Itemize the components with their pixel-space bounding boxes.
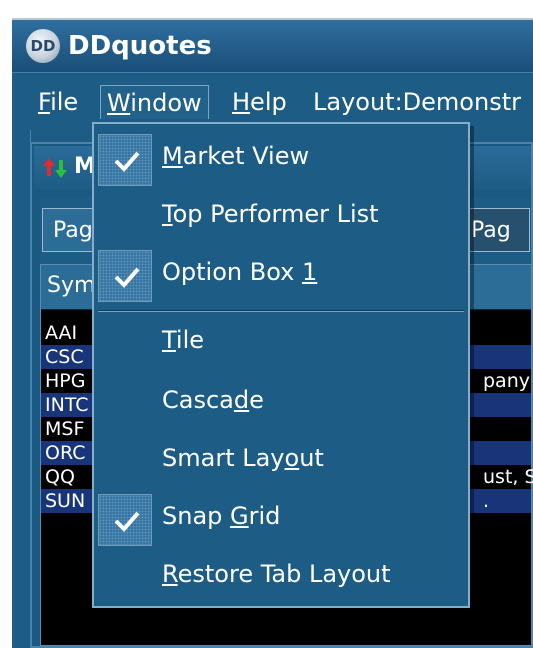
row-symbol: ORC: [45, 442, 86, 464]
menu-item-label-post: op Performer List: [172, 200, 379, 228]
grid-header-label: Sym: [47, 273, 96, 298]
menu-item-label-post: arket View: [182, 142, 310, 170]
menu-file[interactable]: File: [32, 85, 84, 119]
row-symbol: QQ: [45, 466, 75, 488]
menu-item-mnemonic: 1: [301, 258, 318, 286]
row-symbol: INTC: [45, 394, 89, 416]
menu-item-top-performer-list[interactable]: Top Performer List: [94, 190, 468, 246]
menu-item-mnemonic: G: [230, 502, 249, 530]
check-indicator: [98, 250, 152, 302]
row-symbol: SUN: [45, 490, 86, 512]
menu-item-label: Snap Grid: [162, 502, 280, 530]
menu-help[interactable]: Help: [226, 85, 293, 119]
row-description: pany (: [483, 370, 533, 392]
menu-window-label: indow: [130, 89, 202, 117]
row-symbol: MSF: [45, 418, 85, 440]
menu-item-label: Tile: [162, 326, 204, 354]
menu-item-market-view[interactable]: Market View: [94, 132, 468, 188]
menu-item-label: Cascade: [162, 386, 264, 414]
menu-item-mnemonic: o: [284, 444, 300, 472]
menu-item-cascade[interactable]: Cascade: [94, 376, 468, 432]
menu-item-label-pre: Option Box: [162, 258, 302, 286]
menu-item-label-post: estore Tab Layout: [177, 560, 391, 588]
window-menu-dropdown: Market View Top Performer List Option Bo…: [92, 122, 470, 608]
app-title: DDquotes: [68, 31, 212, 61]
left-edge-panel: [12, 130, 31, 648]
check-indicator: [98, 134, 152, 186]
row-description: .: [483, 490, 490, 512]
check-indicator: [98, 494, 152, 546]
tab-page-2[interactable]: Pag: [460, 208, 530, 252]
menu-item-label-post: e: [249, 386, 264, 414]
menu-help-label: elp: [250, 88, 287, 116]
menu-item-mnemonic: d: [233, 386, 250, 414]
menu-item-snap-grid[interactable]: Snap Grid: [94, 492, 468, 548]
checkmark-icon: [114, 267, 140, 288]
menu-item-label: Restore Tab Layout: [162, 560, 391, 588]
menu-help-mnemonic: H: [232, 88, 251, 116]
checkmark-icon: [114, 151, 140, 172]
row-symbol: AAI: [45, 322, 78, 344]
menu-item-label: Smart Layout: [162, 444, 324, 472]
layout-indicator[interactable]: Layout:Demonstr: [307, 85, 527, 119]
menu-file-label: ile: [50, 88, 79, 116]
row-symbol: HPG: [45, 370, 86, 392]
menu-item-label: Market View: [162, 142, 309, 170]
menu-item-restore-tab-layout[interactable]: Restore Tab Layout: [94, 550, 468, 606]
app-logo-icon: DD: [26, 29, 60, 63]
menu-separator: [98, 310, 464, 312]
menu-item-label: Top Performer List: [162, 200, 379, 228]
row-symbol: CSC: [45, 346, 84, 368]
menu-item-mnemonic: T: [162, 326, 176, 354]
menu-item-label-post: ile: [175, 326, 205, 354]
menu-item-option-box-1[interactable]: Option Box 1: [94, 248, 468, 304]
menu-item-mnemonic: M: [162, 142, 183, 170]
title-bar: DD DDquotes: [12, 18, 533, 72]
menu-window-mnemonic: W: [107, 89, 131, 117]
menu-item-label-post: rid: [248, 502, 281, 530]
menu-item-label-pre: Casca: [162, 386, 234, 414]
menu-window[interactable]: Window: [100, 85, 209, 119]
up-down-arrows-icon: [43, 158, 67, 178]
menu-item-mnemonic: R: [162, 560, 178, 588]
menu-item-label: Option Box 1: [162, 258, 317, 286]
menu-item-label-post: ut: [299, 444, 324, 472]
menu-item-smart-layout[interactable]: Smart Layout: [94, 434, 468, 490]
menu-item-mnemonic: T: [162, 200, 173, 228]
row-description: ust, S: [483, 466, 533, 488]
menu-item-label-pre: Smart Lay: [162, 444, 285, 472]
menu-file-mnemonic: F: [38, 88, 51, 116]
menu-item-label-pre: Snap: [162, 502, 231, 530]
menu-item-tile[interactable]: Tile: [94, 316, 468, 372]
checkmark-icon: [114, 511, 140, 532]
